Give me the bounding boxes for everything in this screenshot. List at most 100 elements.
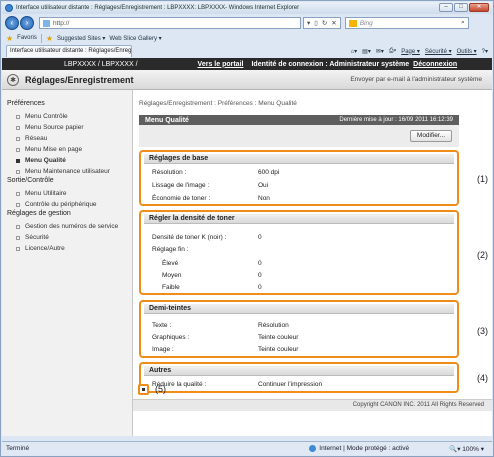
refresh-icon[interactable]: ↻ (322, 19, 327, 27)
back-button[interactable]: ‹ (5, 16, 19, 30)
address-bar[interactable]: http:// (39, 17, 301, 29)
email-admin-link[interactable]: Envoyer par e-mail à l'administrateur sy… (350, 76, 482, 83)
sidebar-item-label: Gestion des numéros de service (25, 223, 119, 230)
web-slice-link[interactable]: Web Slice Gallery ▾ (109, 35, 161, 42)
section-halftone: Demi-teintes Texte : Résolution Graphiqu… (139, 300, 459, 358)
page-title: Réglages/Enregistrement (25, 74, 134, 85)
sidebar-item-reseau[interactable]: Réseau (2, 133, 132, 144)
close-button[interactable]: ✕ (469, 3, 489, 12)
compat-icon[interactable]: ▯ (314, 19, 318, 27)
section-title: Demi-teintes (144, 304, 454, 314)
sidebar-item-label: Menu Qualité (25, 157, 66, 164)
back-to-top-icon[interactable] (138, 384, 149, 395)
security-menu[interactable]: Sécurité ▾ (425, 48, 452, 55)
status-text: Terminé (6, 445, 30, 452)
tools-menu[interactable]: Outils ▾ (457, 48, 477, 55)
section-title: Réglages de base (144, 154, 454, 164)
stop-icon[interactable]: ✕ (331, 19, 336, 27)
logout-link[interactable]: Déconnexion (413, 61, 457, 68)
callout-4: (4) (477, 373, 488, 383)
sidebar-item-mise-en-page[interactable]: Menu Mise en page (2, 144, 132, 155)
zoom-level: 100% (462, 445, 479, 453)
field-value: 0 (258, 272, 262, 279)
mail-icon[interactable]: ✉▾ (376, 48, 384, 55)
print-icon[interactable]: ⎙▾ (389, 48, 396, 55)
zoom-control[interactable]: 🔍▾ 100% ▾ (449, 445, 484, 453)
feeds-icon[interactable]: ▤▾ (362, 48, 371, 55)
callout-3: (3) (477, 326, 488, 336)
search-icon[interactable]: ⌕ (461, 19, 465, 27)
bullet-icon (16, 169, 20, 174)
sidebar-item-maintenance[interactable]: Menu Maintenance utilisateur (2, 166, 132, 177)
bullet-icon (16, 158, 20, 163)
modify-button[interactable]: Modifier... (410, 130, 452, 142)
field-label: Économie de toner : (152, 195, 211, 202)
maximize-button[interactable]: □ (454, 3, 468, 12)
main-panel: Réglages/Enregistrement : Préférences : … (133, 90, 492, 436)
sidebar-group: Réglages de gestion (7, 210, 71, 217)
field-value: Teinte couleur (258, 334, 299, 341)
breadcrumb: Réglages/Enregistrement : Préférences : … (139, 100, 297, 107)
status-bar: Terminé Internet | Mode protégé : activé… (2, 441, 492, 455)
bullet-icon (16, 125, 20, 130)
callout-1: (1) (477, 174, 488, 184)
tab-remote-ui[interactable]: Interface utilisateur distante : Réglage… (6, 45, 132, 57)
section-title: Autres (144, 366, 454, 376)
sidebar-item-controle-peripherique[interactable]: Contrôle du périphérique (2, 199, 132, 210)
favorites-button[interactable]: Favoris (17, 35, 37, 41)
bullet-icon (16, 114, 20, 119)
sidebar-item-menu-controle[interactable]: Menu Contrôle (2, 111, 132, 122)
field-label: Texte : (152, 322, 172, 329)
sidebar-item-label: Sécurité (25, 234, 49, 241)
field-label: Résolution : (152, 169, 187, 176)
callout-2: (2) (477, 250, 488, 260)
sidebar-item-label: Réseau (25, 135, 48, 142)
field-label: Réglage fin : (152, 246, 189, 253)
field-value: 0 (258, 234, 262, 241)
portal-link[interactable]: Vers le portail (198, 61, 244, 68)
field-value: 600 dpi (258, 169, 280, 176)
minimize-button[interactable]: – (439, 3, 453, 12)
menu-title: Menu Qualité (145, 116, 189, 124)
field-label: Densité de toner K (noir) : (152, 234, 227, 241)
page-menu[interactable]: Page ▾ (401, 48, 420, 55)
home-icon[interactable]: ⌂▾ (351, 48, 358, 55)
top-banner: LBPXXXX / LBPXXXX / Vers le portail Iden… (2, 58, 492, 70)
add-favorite-icon[interactable]: ★ (46, 34, 53, 43)
sidebar-item-label: Menu Mise en page (25, 146, 83, 153)
field-label: Élevé (162, 260, 179, 267)
help-icon[interactable]: ?▾ (482, 48, 488, 55)
url-text: http:// (53, 19, 70, 27)
sidebar-item-numeros-service[interactable]: Gestion des numéros de service (2, 221, 132, 232)
divider (40, 33, 42, 43)
field-label: Moyen (162, 272, 182, 279)
sidebar-item-securite[interactable]: Sécurité (2, 232, 132, 243)
browser-window: Interface utilisateur distante : Réglage… (0, 0, 494, 457)
field-label: Graphiques : (152, 334, 190, 341)
sidebar-item-utilitaire[interactable]: Menu Utilitaire (2, 188, 132, 199)
bullet-icon (16, 136, 20, 141)
section-density: Régler la densité de toner Densité de to… (139, 210, 459, 295)
dropdown-icon[interactable]: ▾ (307, 19, 310, 27)
address-actions: ▾ ▯ ↻ ✕ (303, 17, 341, 29)
suggested-sites-link[interactable]: Suggested Sites ▾ (57, 35, 105, 42)
forward-button[interactable]: › (20, 16, 34, 30)
callout-5: (5) (155, 384, 166, 394)
sidebar-item-source-papier[interactable]: Menu Source papier (2, 122, 132, 133)
star-icon: ★ (6, 33, 14, 43)
search-input[interactable]: Bing ⌕ (344, 17, 469, 29)
ie-icon (5, 4, 13, 12)
window-title: Interface utilisateur distante : Réglage… (16, 5, 300, 11)
bullet-icon (16, 191, 20, 196)
sidebar-item-label: Menu Contrôle (25, 113, 68, 120)
sidebar-item-licence[interactable]: Licence/Autre (2, 243, 132, 254)
sidebar-group: Sortie/Contrôle (7, 177, 54, 184)
field-value: Non (258, 195, 270, 202)
bullet-icon (16, 202, 20, 207)
bullet-icon (16, 235, 20, 240)
field-label: Image : (152, 346, 174, 353)
modify-row: Modifier... (139, 125, 459, 147)
sidebar-item-qualite[interactable]: Menu Qualité (2, 155, 132, 166)
sidebar-item-label: Menu Source papier (25, 124, 84, 131)
page-icon (43, 19, 50, 27)
